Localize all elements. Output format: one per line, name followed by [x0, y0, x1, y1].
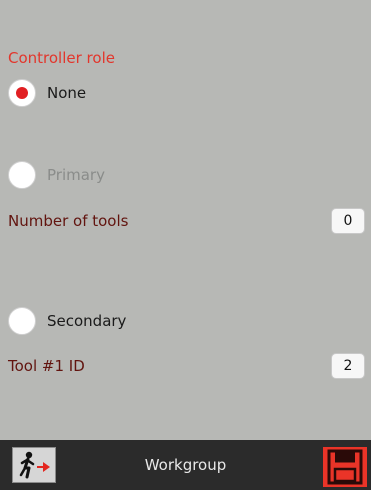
radio-selected-dot — [16, 87, 28, 99]
tool-1-id-label: Tool #1 ID — [8, 357, 85, 375]
radio-option-primary[interactable]: Primary — [8, 160, 105, 190]
controller-role-heading: Controller role — [8, 49, 115, 67]
radio-label-primary: Primary — [47, 166, 105, 184]
radio-button-secondary[interactable] — [8, 307, 36, 335]
tool-1-id-value[interactable]: 2 — [331, 353, 365, 379]
exit-button[interactable] — [12, 447, 56, 483]
radio-option-secondary[interactable]: Secondary — [8, 306, 126, 336]
radio-button-none[interactable] — [8, 79, 36, 107]
number-of-tools-label: Number of tools — [8, 212, 129, 230]
save-button[interactable] — [323, 447, 367, 487]
bottom-bar: Workgroup — [0, 440, 371, 490]
radio-label-none: None — [47, 84, 87, 102]
floppy-save-icon — [327, 449, 363, 485]
radio-label-secondary: Secondary — [47, 312, 127, 330]
exit-door-icon — [19, 451, 50, 479]
radio-option-none[interactable]: None — [8, 78, 86, 108]
workgroup-screen: Controller role None Primary Number of t… — [0, 0, 371, 490]
radio-button-primary[interactable] — [8, 161, 36, 189]
number-of-tools-value[interactable]: 0 — [331, 208, 365, 234]
